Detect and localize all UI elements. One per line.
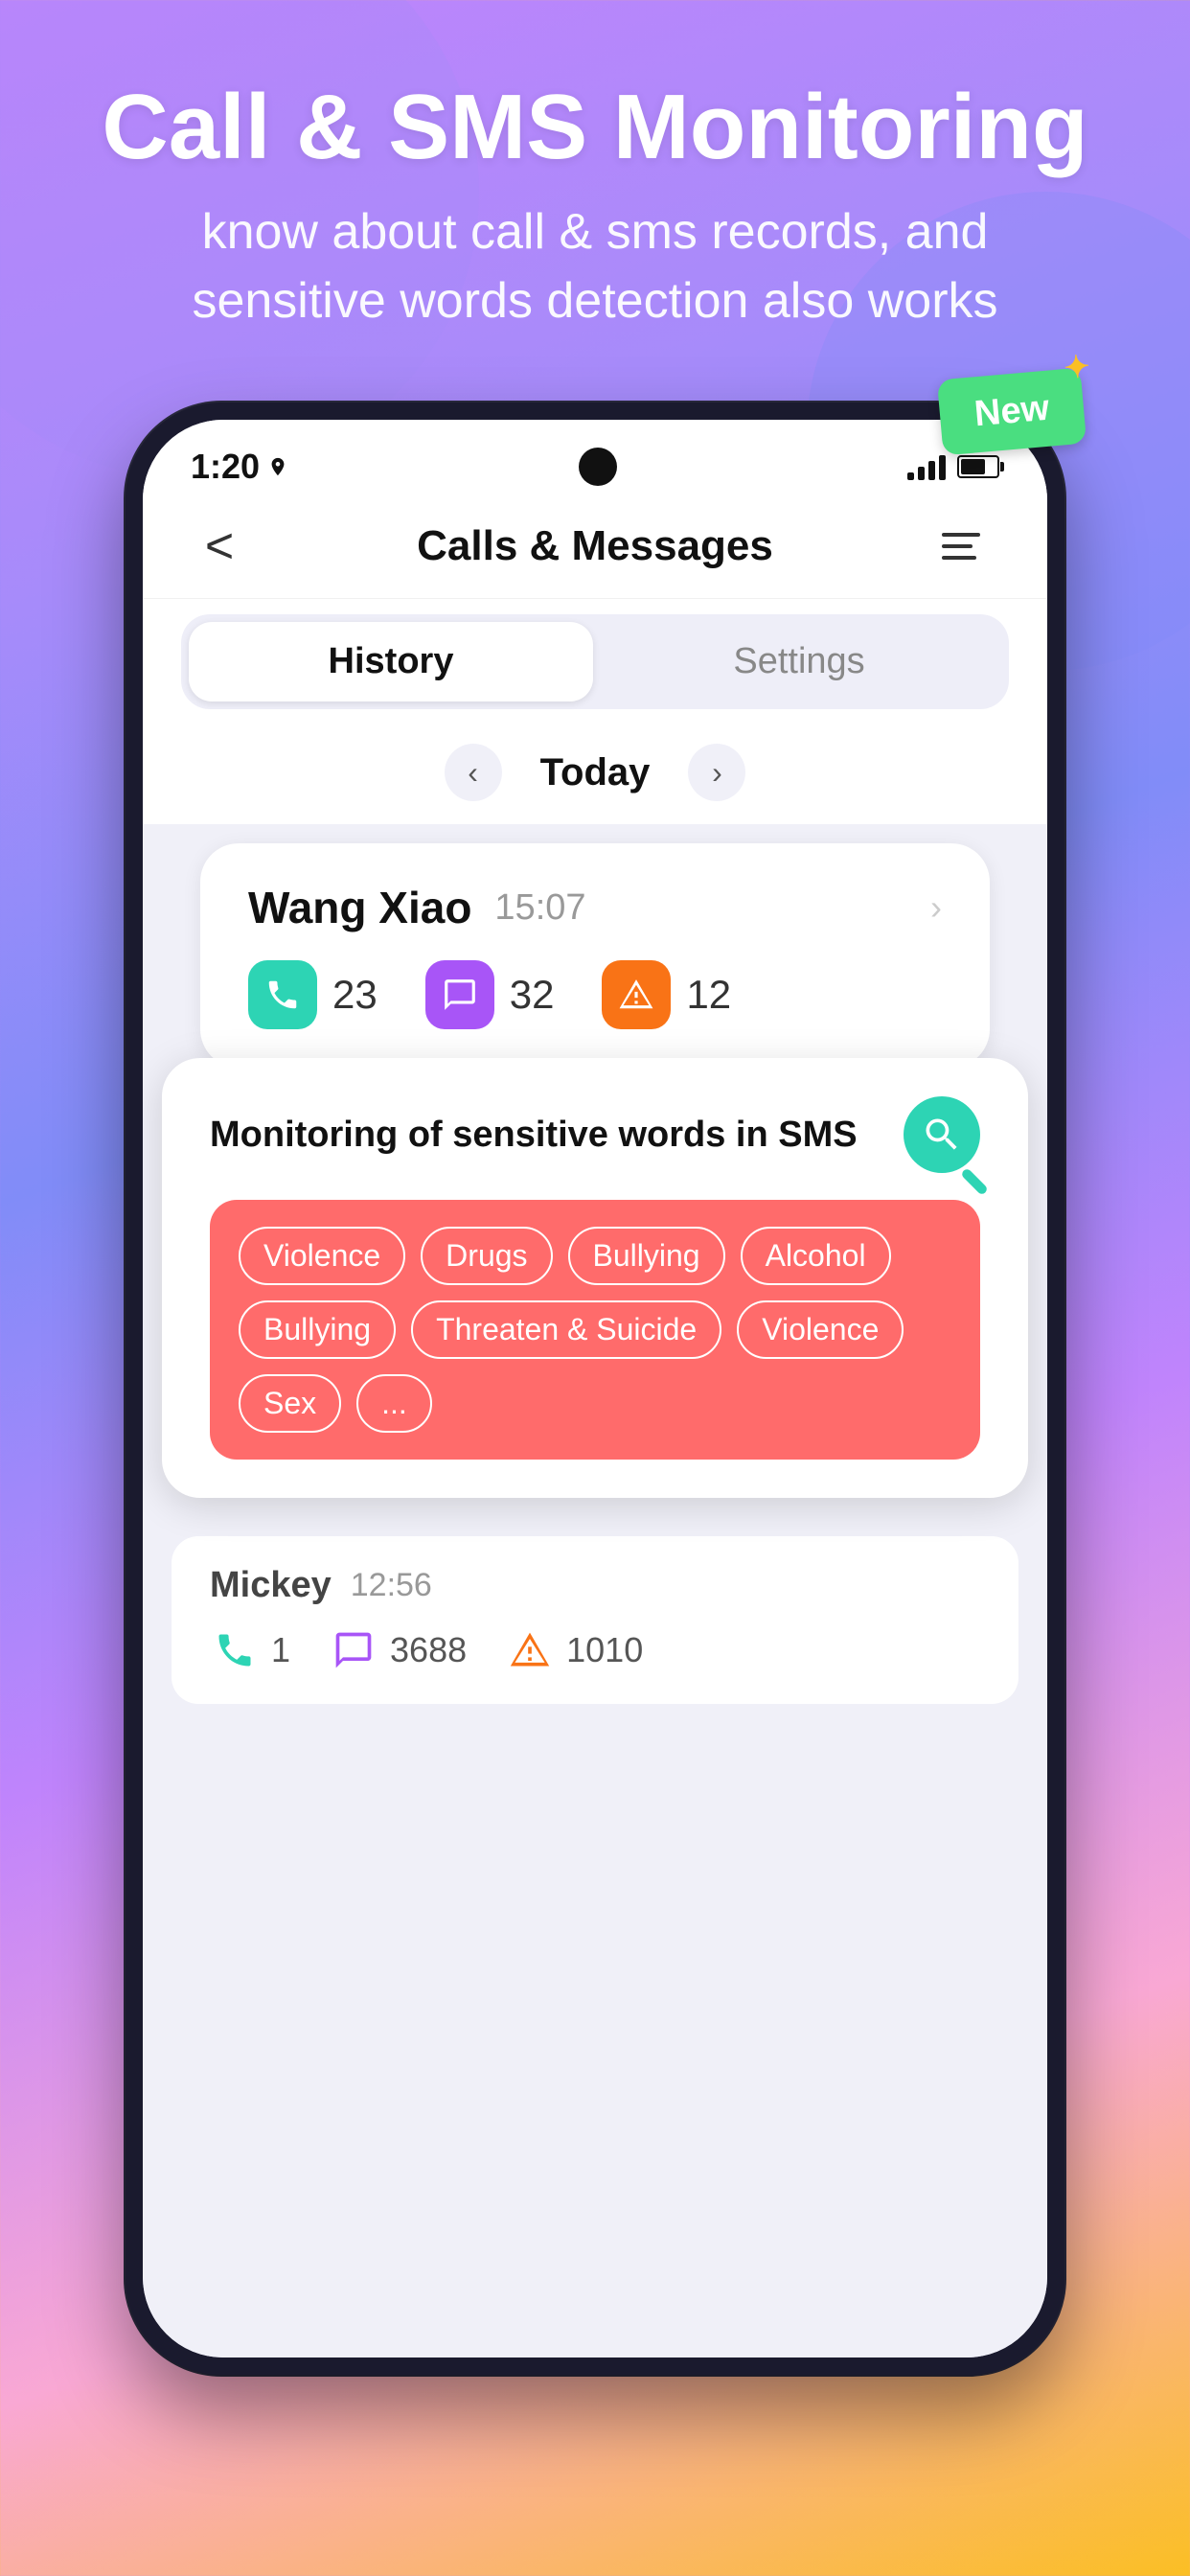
messages-stat: 32 bbox=[425, 960, 555, 1029]
mickey-messages-count: 3688 bbox=[390, 1630, 467, 1670]
front-camera bbox=[579, 448, 617, 486]
wang-xiao-section: Wang Xiao 15:07 › bbox=[143, 824, 1047, 1077]
alert-icon bbox=[618, 977, 654, 1013]
battery-icon bbox=[957, 455, 999, 478]
mickey-stats: 1 3688 bbox=[210, 1625, 980, 1675]
monitoring-header: Monitoring of sensitive words in SMS bbox=[210, 1096, 980, 1173]
phone-icon-bg bbox=[248, 960, 317, 1029]
tag-bullying-2: Bullying bbox=[239, 1300, 396, 1359]
tag-violence-1: Violence bbox=[239, 1227, 405, 1285]
tag-alcohol: Alcohol bbox=[741, 1227, 891, 1285]
status-icons bbox=[907, 453, 999, 480]
calls-count: 23 bbox=[332, 972, 378, 1018]
phone-screen: 1:20 bbox=[143, 420, 1047, 2358]
mickey-phone-icon bbox=[214, 1629, 256, 1671]
magnify-icon bbox=[921, 1114, 963, 1156]
calls-stat: 23 bbox=[248, 960, 378, 1029]
new-badge: New bbox=[937, 368, 1087, 456]
mickey-alerts: 1010 bbox=[505, 1625, 643, 1675]
contact-name: Wang Xiao bbox=[248, 882, 471, 933]
tag-more: ... bbox=[356, 1374, 432, 1433]
wang-xiao-card[interactable]: Wang Xiao 15:07 › bbox=[200, 843, 990, 1068]
tag-violence-2: Violence bbox=[737, 1300, 904, 1359]
tab-history[interactable]: History bbox=[189, 622, 593, 702]
tab-container: History Settings bbox=[181, 614, 1009, 709]
mickey-section: Mickey 12:56 1 bbox=[143, 1517, 1047, 1723]
hero-title: Call & SMS Monitoring bbox=[57, 77, 1133, 178]
menu-button[interactable] bbox=[942, 518, 999, 575]
contact-header: Wang Xiao 15:07 › bbox=[248, 882, 942, 933]
phone-frame: New 1:20 bbox=[126, 402, 1064, 2375]
mickey-message-icon bbox=[332, 1629, 375, 1671]
mickey-card[interactable]: Mickey 12:56 1 bbox=[172, 1536, 1018, 1704]
mickey-calls-count: 1 bbox=[271, 1630, 290, 1670]
message-icon bbox=[442, 977, 478, 1013]
tag-drugs: Drugs bbox=[421, 1227, 552, 1285]
monitoring-card: Monitoring of sensitive words in SMS Vio… bbox=[162, 1058, 1028, 1498]
phone-icon bbox=[264, 977, 301, 1013]
mickey-time: 12:56 bbox=[351, 1567, 432, 1604]
alert-icon-bg bbox=[602, 960, 671, 1029]
next-date-button[interactable]: › bbox=[688, 744, 745, 801]
back-button[interactable]: < bbox=[191, 518, 248, 575]
hero-section: Call & SMS Monitoring know about call & … bbox=[0, 77, 1190, 336]
status-bar: 1:20 bbox=[143, 420, 1047, 498]
signal-bars bbox=[907, 453, 946, 480]
tag-sex: Sex bbox=[239, 1374, 341, 1433]
messages-count: 32 bbox=[510, 972, 555, 1018]
prev-date-button[interactable]: ‹ bbox=[445, 744, 502, 801]
contact-stats: 23 32 bbox=[248, 960, 942, 1029]
contact-time: 15:07 bbox=[494, 887, 585, 929]
chevron-right-icon: › bbox=[930, 887, 942, 928]
phone-container: New 1:20 bbox=[126, 402, 1064, 2375]
tag-threaten-suicide: Threaten & Suicide bbox=[411, 1300, 721, 1359]
hero-subtitle: know about call & sms records, and sensi… bbox=[57, 197, 1133, 337]
mickey-alerts-count: 1010 bbox=[566, 1630, 643, 1670]
location-icon bbox=[267, 456, 288, 477]
tab-bar: History Settings bbox=[143, 599, 1047, 728]
alerts-count: 12 bbox=[686, 972, 731, 1018]
search-icon-circle bbox=[904, 1096, 980, 1173]
status-time: 1:20 bbox=[191, 447, 288, 487]
alerts-stat: 12 bbox=[602, 960, 731, 1029]
tab-settings[interactable]: Settings bbox=[597, 622, 1001, 702]
empty-space bbox=[143, 1723, 1047, 2202]
app-header: < Calls & Messages bbox=[143, 498, 1047, 599]
mickey-name: Mickey bbox=[210, 1565, 332, 1606]
sensitive-tags-container: Violence Drugs Bullying Alcohol Bullying… bbox=[210, 1200, 980, 1460]
current-date: Today bbox=[540, 751, 651, 794]
screen-content: Wang Xiao 15:07 › bbox=[143, 824, 1047, 2358]
monitoring-title: Monitoring of sensitive words in SMS bbox=[210, 1115, 858, 1156]
date-nav: ‹ Today › bbox=[143, 728, 1047, 824]
mickey-messages: 3688 bbox=[329, 1625, 467, 1675]
tag-bullying-1: Bullying bbox=[568, 1227, 725, 1285]
message-icon-bg bbox=[425, 960, 494, 1029]
page-title: Calls & Messages bbox=[417, 522, 773, 570]
mickey-alert-icon bbox=[509, 1629, 551, 1671]
mickey-calls: 1 bbox=[210, 1625, 290, 1675]
